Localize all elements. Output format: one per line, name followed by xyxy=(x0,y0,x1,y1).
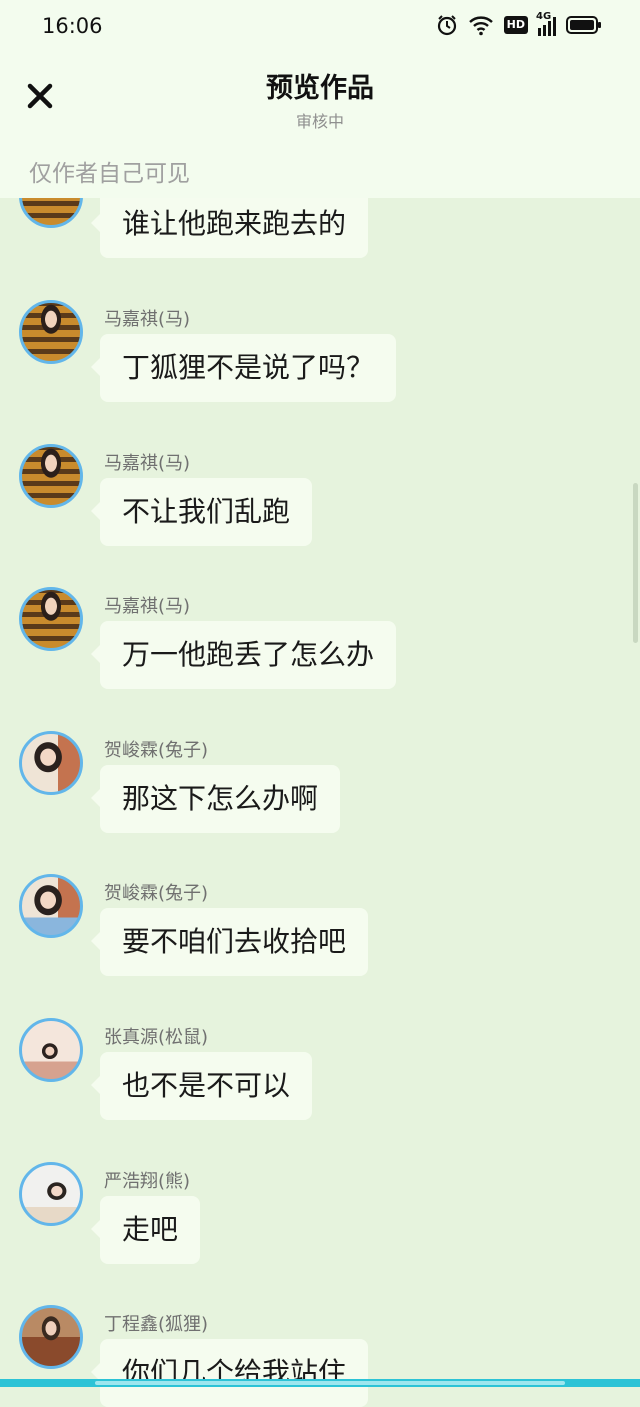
status-time: 16:06 xyxy=(42,14,103,38)
alarm-icon xyxy=(437,15,456,36)
page-title: 预览作品 xyxy=(266,73,374,104)
message-bubble[interactable]: 要不咱们去收拾吧 xyxy=(90,908,369,976)
avatar[interactable] xyxy=(19,731,83,795)
avatar[interactable] xyxy=(19,300,83,364)
avatar[interactable] xyxy=(19,1305,83,1369)
top-header: 16:06 HD 4G 预览作品 审核中 仅作者自己可见 xyxy=(0,0,640,198)
status-icons: HD 4G xyxy=(436,11,602,36)
avatar[interactable] xyxy=(19,1162,83,1226)
wifi-icon xyxy=(468,16,493,36)
sender-name: 贺峻霖(兔子) xyxy=(104,883,209,904)
signal-icon: 4G xyxy=(536,11,556,36)
sender-name: 马嘉祺(马) xyxy=(104,453,191,474)
sender-name: 马嘉祺(马) xyxy=(104,596,191,617)
sender-name: 丁程鑫(狐狸) xyxy=(104,1314,209,1335)
scrollbar[interactable] xyxy=(633,483,638,643)
avatar[interactable] xyxy=(19,444,83,508)
message-bubble[interactable]: 你们几个给我站住 xyxy=(90,1339,369,1407)
review-status: 审核中 xyxy=(295,112,344,131)
avatar[interactable] xyxy=(19,1018,83,1082)
avatar[interactable] xyxy=(19,874,83,938)
sender-name: 贺峻霖(兔子) xyxy=(104,740,209,761)
message-bubble[interactable]: 也不是不可以 xyxy=(90,1052,313,1120)
message-bubble[interactable]: 那这下怎么办啊 xyxy=(90,765,341,833)
home-indicator[interactable] xyxy=(95,1381,565,1385)
battery-icon xyxy=(566,16,601,34)
network-label: 4G xyxy=(536,11,552,22)
visibility-note: 仅作者自己可见 xyxy=(29,161,190,187)
sender-name: 张真源(松鼠) xyxy=(104,1027,209,1048)
message-bubble[interactable]: 不让我们乱跑 xyxy=(90,478,313,546)
sender-name: 马嘉祺(马) xyxy=(104,309,191,330)
bottom-accent-bar xyxy=(0,1379,640,1387)
sender-name: 严浩翔(熊) xyxy=(104,1171,191,1192)
message-bubble[interactable]: 谁让他跑来跑去的 xyxy=(90,190,369,258)
message-bubble[interactable]: 万一他跑丢了怎么办 xyxy=(90,621,397,689)
message-bubble[interactable]: 走吧 xyxy=(90,1196,201,1264)
message-bubble[interactable]: 丁狐狸不是说了吗？ xyxy=(90,334,397,402)
avatar[interactable] xyxy=(19,587,83,651)
hd-badge: HD xyxy=(503,16,528,34)
